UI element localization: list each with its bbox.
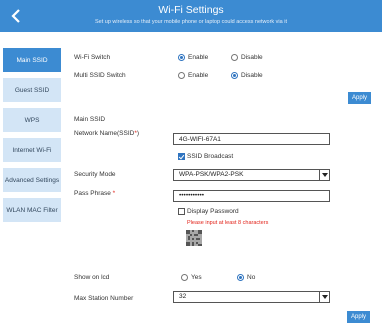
- multi-ssid-disable-radio[interactable]: Disable: [231, 72, 263, 79]
- checkbox-box: [178, 208, 185, 215]
- sidebar: Main SSID Guest SSID WPS Internet Wi-Fi …: [3, 48, 61, 228]
- max-station-label: Max Station Number: [74, 295, 134, 302]
- radio-label: Enable: [188, 72, 209, 79]
- network-name-label-text: Network Name(SSID: [74, 130, 135, 137]
- radio-label: Yes: [191, 274, 202, 281]
- radio-dot: [237, 274, 244, 281]
- security-mode-label: Security Mode: [74, 171, 116, 178]
- max-station-select[interactable]: 32: [173, 291, 330, 303]
- multi-ssid-enable-radio[interactable]: Enable: [178, 72, 208, 79]
- security-mode-value: WPA-PSK/WPA2-PSK: [179, 171, 244, 178]
- sidebar-item-wlan-mac-filter[interactable]: WLAN MAC Filter: [3, 198, 61, 222]
- page-subtitle: Set up wireless so that your mobile phon…: [95, 19, 287, 25]
- checkbox-label: SSID Broadcast: [187, 153, 234, 160]
- apply-button-bottom[interactable]: Apply: [347, 311, 371, 323]
- network-name-label-suffix: ): [136, 130, 140, 137]
- sidebar-item-internet-wifi[interactable]: Internet Wi-Fi: [3, 138, 61, 162]
- wifi-switch-enable-radio[interactable]: Enable: [178, 54, 208, 61]
- header-bar: Wi-Fi Settings Set up wireless so that y…: [0, 0, 382, 32]
- radio-dot: [231, 72, 238, 79]
- show-on-lcd-label: Show on lcd: [74, 274, 110, 281]
- chevron-down-icon: [319, 292, 329, 302]
- sidebar-item-main-ssid[interactable]: Main SSID: [3, 48, 61, 72]
- security-mode-select[interactable]: WPA-PSK/WPA2-PSK: [173, 169, 330, 181]
- radio-label: No: [247, 274, 256, 281]
- qr-code-icon: [186, 230, 202, 246]
- radio-dot: [181, 274, 188, 281]
- radio-label: Disable: [241, 54, 263, 61]
- max-station-value: 32: [179, 293, 187, 300]
- pass-phrase-input[interactable]: •••••••••••: [173, 190, 330, 202]
- page-title: Wi-Fi Settings: [158, 4, 224, 16]
- multi-ssid-label: Multi SSID Switch: [74, 72, 126, 79]
- show-on-lcd-yes-radio[interactable]: Yes: [181, 274, 202, 281]
- sidebar-item-wps[interactable]: WPS: [3, 108, 61, 132]
- pass-phrase-label: Pass Phrase *: [74, 190, 115, 197]
- show-on-lcd-no-radio[interactable]: No: [237, 274, 255, 281]
- section-title-main-ssid: Main SSID: [74, 116, 106, 123]
- network-name-input[interactable]: [173, 133, 330, 145]
- apply-button-top[interactable]: Apply: [348, 92, 372, 104]
- wifi-switch-label: Wi-Fi Switch: [74, 54, 111, 61]
- display-password-checkbox[interactable]: Display Password: [178, 208, 239, 215]
- checkbox-box: [178, 153, 185, 160]
- radio-label: Enable: [188, 54, 209, 61]
- sidebar-item-advanced-settings[interactable]: Advanced Settings: [3, 168, 61, 192]
- pass-phrase-label-text: Pass Phrase: [74, 190, 111, 197]
- network-name-label: Network Name(SSID*): [74, 130, 139, 137]
- required-mark: *: [112, 190, 116, 197]
- ssid-broadcast-checkbox[interactable]: SSID Broadcast: [178, 153, 233, 160]
- checkbox-label: Display Password: [187, 208, 239, 215]
- radio-dot: [231, 54, 238, 61]
- radio-dot: [178, 72, 185, 79]
- password-hint: Please input at least 8 characters: [187, 220, 269, 226]
- radio-dot: [178, 54, 185, 61]
- chevron-down-icon: [319, 170, 329, 180]
- radio-label: Disable: [241, 72, 263, 79]
- wifi-switch-disable-radio[interactable]: Disable: [231, 54, 263, 61]
- sidebar-item-guest-ssid[interactable]: Guest SSID: [3, 78, 61, 102]
